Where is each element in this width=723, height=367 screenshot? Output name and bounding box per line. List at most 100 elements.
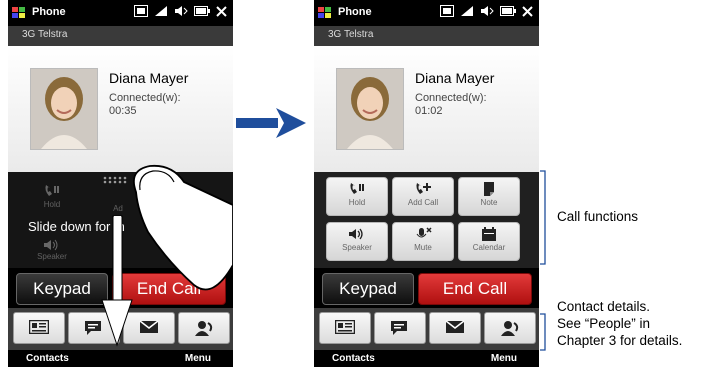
phone-screen-right: Phone 3G Telstra Diana Mayer Connected(w… bbox=[314, 0, 539, 367]
arrow-right-icon bbox=[236, 108, 306, 138]
speaker-button[interactable]: Speaker bbox=[326, 222, 388, 261]
speaker-label: Speaker bbox=[37, 252, 67, 261]
add-call-button[interactable]: Add Call bbox=[392, 177, 454, 216]
call-status-text: Connected(w): bbox=[415, 92, 487, 104]
tab-messages[interactable] bbox=[374, 312, 426, 344]
mute-icon bbox=[416, 227, 432, 238]
battery-icon bbox=[500, 6, 516, 16]
call-status: Connected(w): 00:35 bbox=[109, 92, 181, 118]
softkey-bar: Contacts Menu bbox=[314, 350, 539, 367]
keypad-button[interactable]: Keypad bbox=[16, 273, 108, 305]
speaker-icon bbox=[349, 228, 363, 240]
caller-card: Diana Mayer Connected(w): 01:02 bbox=[314, 46, 539, 172]
email-icon bbox=[445, 320, 465, 333]
add-call-icon bbox=[416, 183, 431, 194]
carrier-bar: 3G Telstra bbox=[8, 26, 233, 46]
keypad-button[interactable]: Keypad bbox=[322, 273, 414, 305]
mute-button[interactable]: Mute bbox=[392, 222, 454, 261]
caller-card: Diana Mayer Connected(w): 00:35 bbox=[8, 46, 233, 172]
calendar-icon bbox=[482, 227, 496, 241]
tab-contact-card[interactable] bbox=[319, 312, 371, 344]
add-call-button[interactable]: Ad bbox=[88, 196, 148, 216]
tab-email[interactable] bbox=[123, 312, 175, 344]
contact-card-icon bbox=[29, 320, 49, 334]
slide-down-hint: Slide down for m bbox=[28, 219, 125, 234]
tab-email[interactable] bbox=[429, 312, 481, 344]
network-icon bbox=[134, 5, 148, 17]
add-call-label: Add Call bbox=[407, 198, 439, 207]
people-icon bbox=[501, 321, 519, 336]
calendar-label: Calendar bbox=[472, 243, 506, 252]
status-bar: Phone bbox=[8, 0, 233, 26]
note-icon bbox=[484, 182, 494, 196]
speaker-icon bbox=[44, 239, 58, 251]
tab-contact-card[interactable] bbox=[13, 312, 65, 344]
contact-details-caption: Contact details. See “People” in Chapter… bbox=[557, 298, 682, 349]
close-icon[interactable] bbox=[216, 5, 227, 17]
app-title: Phone bbox=[338, 6, 372, 18]
battery-icon bbox=[194, 6, 210, 16]
call-actions: Keypad End Call bbox=[314, 268, 539, 308]
tab-messages[interactable] bbox=[68, 312, 120, 344]
hold-button[interactable]: Hold bbox=[22, 180, 82, 217]
windows-logo-icon bbox=[12, 7, 25, 18]
tab-people[interactable] bbox=[484, 312, 536, 344]
call-functions-panel: Hold Add Call Note Speaker Mute Calendar bbox=[314, 172, 539, 268]
volume-icon[interactable] bbox=[480, 5, 494, 17]
close-icon[interactable] bbox=[522, 5, 533, 17]
network-icon bbox=[440, 5, 454, 17]
contact-name: Diana Mayer bbox=[109, 70, 189, 86]
speaker-label: Speaker bbox=[342, 243, 372, 252]
volume-icon[interactable] bbox=[174, 5, 188, 17]
tab-people[interactable] bbox=[178, 312, 230, 344]
windows-logo-icon bbox=[318, 7, 331, 18]
end-call-button[interactable]: End Call bbox=[112, 273, 226, 305]
contact-tabs bbox=[314, 308, 539, 350]
contact-details-line-2: See “People” in bbox=[557, 316, 651, 331]
drag-handle-icon[interactable] bbox=[102, 175, 128, 185]
message-icon bbox=[391, 321, 407, 335]
calendar-button[interactable]: Calendar bbox=[458, 222, 520, 261]
softkey-contacts[interactable]: Contacts bbox=[26, 353, 69, 364]
email-icon bbox=[139, 320, 159, 333]
call-status: Connected(w): 01:02 bbox=[415, 92, 487, 118]
status-bar: Phone bbox=[314, 0, 539, 26]
people-icon bbox=[195, 321, 213, 336]
phone-screen-left: Phone 3G Telstra Diana Mayer Connected(w… bbox=[8, 0, 233, 367]
carrier-name: 3G Telstra bbox=[22, 29, 68, 40]
mute-label: Mute bbox=[414, 243, 432, 252]
call-functions-bracket bbox=[540, 170, 546, 265]
call-functions-caption: Call functions bbox=[557, 209, 639, 224]
call-actions: Keypad End Call bbox=[8, 268, 233, 308]
signal-icon bbox=[155, 6, 167, 16]
contact-photo bbox=[336, 68, 404, 150]
add-call-label: Ad bbox=[113, 204, 123, 213]
hold-icon bbox=[350, 183, 364, 194]
contact-card-icon bbox=[335, 320, 355, 334]
call-timer: 01:02 bbox=[415, 105, 443, 117]
contact-photo bbox=[30, 68, 98, 150]
contact-details-line-1: Contact details. bbox=[557, 299, 651, 314]
hold-icon bbox=[45, 185, 59, 196]
call-status-text: Connected(w): bbox=[109, 92, 181, 104]
app-title: Phone bbox=[32, 6, 66, 18]
softkey-menu[interactable]: Menu bbox=[491, 353, 517, 364]
hold-label: Hold bbox=[43, 200, 61, 209]
carrier-name: 3G Telstra bbox=[328, 29, 374, 40]
contact-name: Diana Mayer bbox=[415, 70, 495, 86]
message-icon bbox=[85, 321, 101, 335]
softkey-contacts[interactable]: Contacts bbox=[332, 353, 375, 364]
mute-button[interactable] bbox=[88, 246, 148, 262]
contact-tabs bbox=[8, 308, 233, 350]
carrier-bar: 3G Telstra bbox=[314, 26, 539, 46]
call-timer: 00:35 bbox=[109, 105, 137, 117]
contact-details-line-3: Chapter 3 for details. bbox=[557, 333, 683, 348]
softkey-bar: Contacts Menu bbox=[8, 350, 233, 367]
note-label: Note bbox=[480, 198, 498, 207]
signal-icon bbox=[461, 6, 473, 16]
softkey-menu[interactable]: Menu bbox=[185, 353, 211, 364]
note-button[interactable]: Note bbox=[458, 177, 520, 216]
hold-button[interactable]: Hold bbox=[326, 177, 388, 216]
end-call-button[interactable]: End Call bbox=[418, 273, 532, 305]
contact-details-bracket bbox=[540, 313, 546, 351]
